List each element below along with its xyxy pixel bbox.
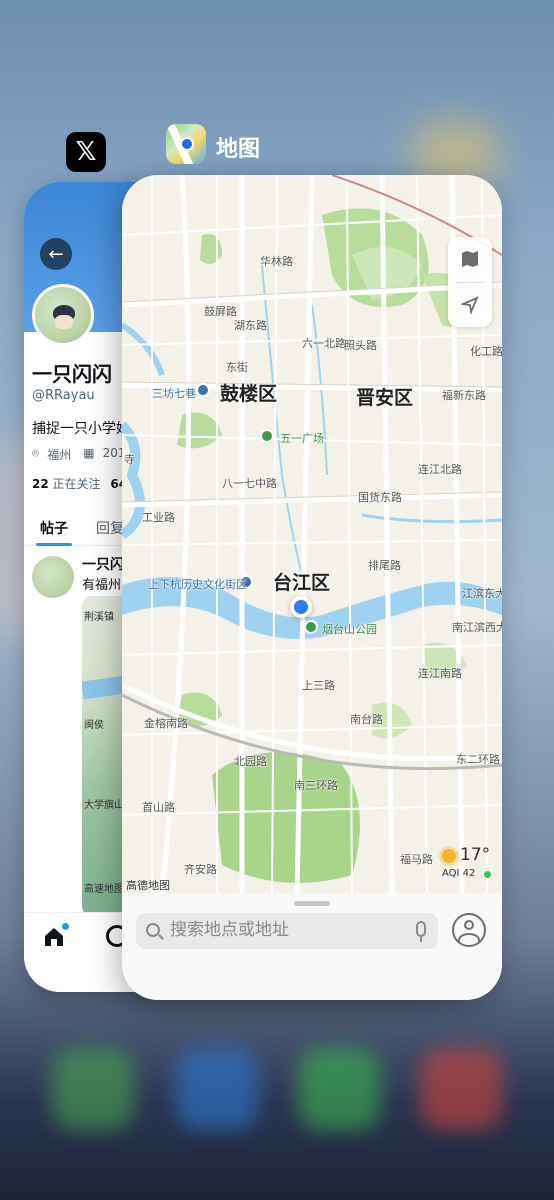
tab-replies[interactable]: 回复 [96,518,124,538]
poi-label[interactable]: 烟台山公园 [322,621,377,637]
poi-label[interactable]: 五一广场 [280,430,324,446]
maps-app-label: 地图 [216,137,261,162]
profile-body [458,933,480,945]
district-label: 台江区 [273,572,331,594]
road-label: 南台路 [350,713,383,726]
poi-marker[interactable] [304,620,318,634]
search-input[interactable] [170,920,410,940]
road-label: 华林路 [260,255,293,268]
road-label: 化工路 [470,345,502,358]
profile-meta: ⌾ 福州 ▦ 201 [32,446,125,463]
tab-posts[interactable]: 帖子 [40,518,68,538]
back-button[interactable]: ← [40,238,72,270]
profile-head [464,920,474,930]
dock-app-blur [420,1048,502,1130]
calendar-icon: ▦ [83,446,95,460]
poi-label[interactable]: 三坊七巷 [152,385,196,401]
road-label: 福马路 [400,853,433,866]
road-label: 湖东路 [234,319,267,332]
road-label: 排尾路 [368,559,401,572]
following-count: 22 [32,477,49,491]
road-label: 上三路 [302,679,335,692]
road-label: 南江滨西大道 [452,621,502,634]
road-label: 金榕南路 [144,717,188,730]
profile-follow-stats[interactable]: 22 正在关注 64 [32,475,127,492]
profile-avatar[interactable] [32,284,94,346]
profile-bio: 捕捉一只小学妹 [32,421,130,437]
microphone-stand [420,937,422,942]
map-mode-button[interactable] [448,237,492,281]
dock-app-blur [176,1048,258,1130]
maps-app-icon[interactable] [166,124,206,164]
district-label: 鼓楼区 [220,383,278,405]
map-controls [448,237,492,327]
locate-me-button[interactable] [448,283,492,327]
profile-handle: @RRayau [32,388,95,403]
post-image-label: 大学旗山 [84,800,124,811]
district-label: 晋安区 [356,387,414,409]
profile-location: 福州 [47,448,72,462]
following-label: 正在关注 [52,477,101,491]
post-avatar[interactable] [32,556,74,598]
post-image-label: 高速地图 [84,884,124,895]
poi-marker[interactable] [196,383,210,397]
profile-display-name: 一只闪闪 [32,362,112,386]
weather-widget[interactable]: 17° AQI 42 [438,845,494,885]
road-label: 江滨东大道 [462,587,502,600]
x-logo: 𝕏 [75,137,97,167]
road-label: 东二环路 [456,753,500,766]
road-label: 连江南路 [418,667,462,680]
weather-temperature: 17° [460,845,491,865]
map-park [212,752,360,883]
profile-button[interactable] [452,913,486,947]
sun-icon [442,849,456,863]
location-icon: ⌾ [32,446,40,460]
post-image-label: 闽侯 [84,720,104,731]
back-arrow-icon: ← [48,243,64,265]
post-author-name: 一只闪 [82,557,124,573]
road-label: 连江北路 [418,463,462,476]
sheet-grabber[interactable] [294,901,330,906]
weather-aqi: AQI 42 [442,868,476,879]
dock-app-blur [52,1048,134,1130]
road-label: 齐安路 [184,863,217,876]
maps-app-card[interactable]: 鼓楼区 晋安区 台江区 三坊七巷 五一广场 上下杭历史文化街区 烟台山公园 寺 … [122,175,502,1000]
temple-label: 寺 [124,453,135,466]
poi-marker[interactable] [260,429,274,443]
notification-dot [62,923,69,930]
post-text: 有福州 [82,578,122,593]
road-label: 工业路 [142,511,175,524]
map-icon [462,251,478,267]
x-app-icon[interactable]: 𝕏 [66,132,106,172]
road-label: 首山路 [142,801,175,814]
road-label: 六一北路 [302,337,346,350]
road-label: 福新东路 [442,389,486,402]
road-label: 鼓屏路 [204,305,237,318]
user-location-dot [290,596,312,618]
map-attribution: 高德地图 [126,879,170,892]
poi-label[interactable]: 上下杭历史文化街区 [148,576,247,592]
road-label: 北园路 [234,755,267,768]
road-label: 八一七中路 [222,477,277,490]
location-arrow-icon [461,296,479,314]
dock-app-blur [298,1048,380,1130]
search-sheet [122,893,502,1000]
search-bar[interactable] [136,913,438,949]
road-label: 国货东路 [358,491,402,504]
aqi-status-dot [484,871,491,878]
active-tab-indicator [36,543,72,546]
road-label: 南三环路 [294,779,338,792]
microphone-icon[interactable] [416,921,426,937]
road-label: 东街 [226,361,248,374]
maps-icon-pin [180,137,194,151]
post-image-label: 荆溪镇 [84,612,114,623]
avatar-face [55,315,73,329]
road-label: 照头路 [344,339,377,352]
search-icon-handle [158,934,164,940]
